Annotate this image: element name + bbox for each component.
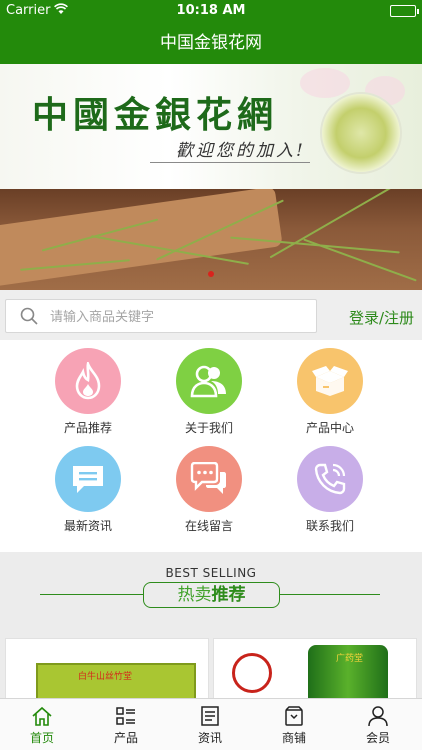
search-box[interactable]: [5, 299, 317, 333]
tab-stores[interactable]: 商铺: [252, 699, 336, 750]
grid-item-label: 产品推荐: [63, 421, 112, 435]
grid-list-icon: [116, 707, 135, 725]
category-grid: 产品推荐 关于我们 产品中心 最新资讯 在线留言 联系我们: [0, 340, 422, 550]
herb-stem: [303, 238, 417, 282]
grid-item-product-recommend[interactable]: 产品推荐: [38, 348, 138, 443]
grid-item-product-center[interactable]: 产品中心: [280, 348, 380, 443]
tab-label: 商铺: [281, 731, 306, 745]
banner-welcome[interactable]: 中國金銀花網 歡迎您的加入!: [0, 64, 422, 189]
phone-icon: [297, 446, 363, 512]
product-list: 白牛山丝竹堂 广药堂: [0, 624, 422, 708]
tab-news[interactable]: 资讯: [168, 699, 252, 750]
box-icon: [297, 348, 363, 414]
tab-products[interactable]: 产品: [84, 699, 168, 750]
users-icon: [176, 348, 242, 414]
section-title-zh-b: 推荐: [211, 585, 246, 605]
tab-member[interactable]: 会员: [336, 699, 420, 750]
user-icon: [368, 706, 388, 727]
decor-petal: [300, 68, 350, 98]
grid-item-latest-news[interactable]: 最新资讯: [38, 446, 138, 541]
store-icon: [285, 706, 303, 726]
tab-bar: 首页 产品 资讯 商铺 会员: [0, 698, 422, 750]
search-icon: [20, 307, 38, 325]
grid-item-label: 产品中心: [305, 421, 354, 435]
search-input[interactable]: [50, 305, 305, 329]
grid-item-label: 联系我们: [305, 519, 354, 533]
grid-item-label: 最新资讯: [63, 519, 112, 533]
grid-item-online-message[interactable]: 在线留言: [159, 446, 259, 541]
banner-title: 中國金銀花網: [32, 94, 279, 136]
status-bar: Carrier 10:18 AM: [0, 0, 422, 22]
grid-item-label: 关于我们: [184, 421, 233, 435]
home-icon: [32, 706, 52, 726]
herb-stem: [269, 189, 401, 259]
banner-herbs[interactable]: [0, 189, 422, 290]
banner-subtitle: 歡迎您的加入!: [176, 141, 306, 161]
product-brand-text: 广药堂: [336, 654, 364, 664]
best-selling-header: BEST SELLING 热卖推荐: [0, 552, 422, 624]
tab-label: 会员: [365, 731, 390, 745]
tab-label: 资讯: [197, 731, 222, 745]
search-row: 登录/注册: [0, 290, 422, 340]
tab-label: 首页: [29, 731, 54, 745]
grid-item-about-us[interactable]: 关于我们: [159, 348, 259, 443]
clock: 10:18 AM: [176, 3, 246, 18]
login-register-link[interactable]: 登录/注册: [349, 307, 414, 328]
section-title-en: BEST SELLING: [165, 566, 257, 580]
message-icon: [55, 446, 121, 512]
grid-item-label: 在线留言: [184, 519, 233, 533]
section-title-zh: 热卖推荐: [143, 582, 280, 608]
banner-divider: [150, 162, 310, 163]
product-brand-text: 白牛山丝竹堂: [78, 672, 133, 682]
chat-icon: [176, 446, 242, 512]
teacup-image: [320, 92, 402, 174]
news-icon: [201, 706, 219, 726]
tab-label: 产品: [113, 731, 138, 745]
brand-logo-icon: [232, 653, 272, 693]
flame-icon: [55, 348, 121, 414]
section-divider-right: [280, 594, 380, 595]
section-divider-left: [40, 594, 143, 595]
navbar-title: 中国金银花网: [0, 22, 422, 64]
section-title-zh-a: 热卖: [177, 585, 212, 605]
battery-icon: [390, 5, 419, 17]
grid-item-contact-us[interactable]: 联系我们: [280, 446, 380, 541]
carousel-dot-active[interactable]: [208, 271, 214, 277]
tab-home[interactable]: 首页: [0, 699, 84, 750]
